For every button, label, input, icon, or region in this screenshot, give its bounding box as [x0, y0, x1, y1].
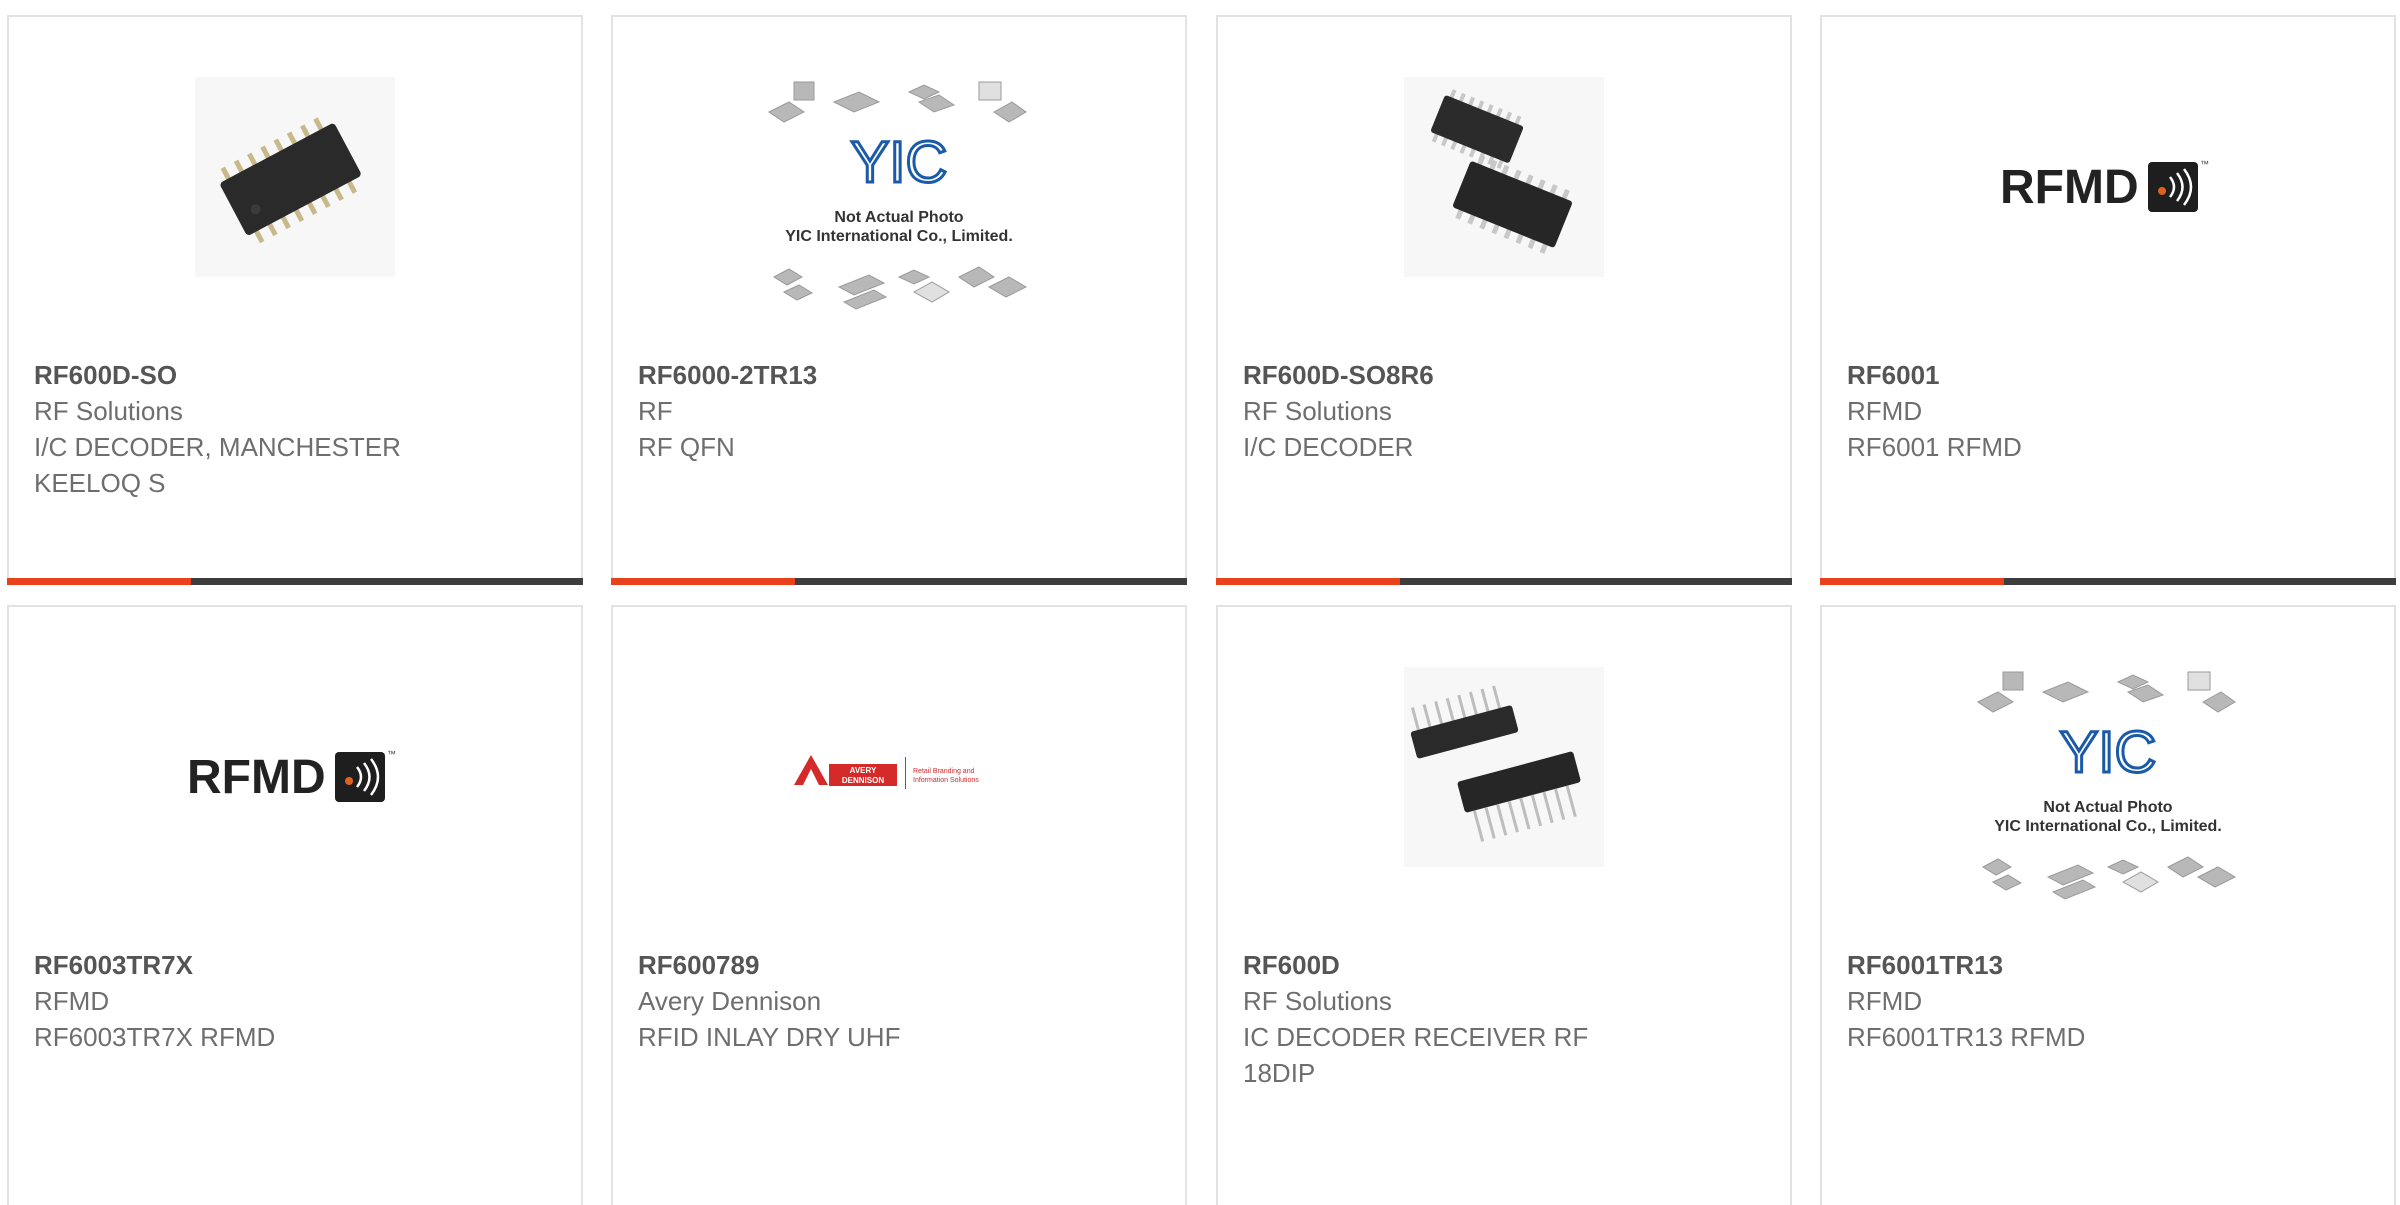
product-info: RF600D RF Solutions IC DECODER RECEIVER … — [1243, 947, 1663, 1091]
product-card[interactable]: YIC Not Actual Photo YIC International C… — [611, 15, 1187, 585]
product-info: RF600D-SO RF Solutions I/C DECODER, MANC… — [34, 357, 454, 501]
manufacturer: RFMD — [1847, 986, 1923, 1016]
placeholder-line2: YIC International Co., Limited. — [1994, 818, 2222, 835]
manufacturer: RFMD — [1847, 396, 1923, 426]
manufacturer: Avery Dennison — [638, 986, 822, 1016]
product-card[interactable]: RF600D-SO RF Solutions I/C DECODER, MANC… — [7, 15, 583, 585]
avery-logo-line1: AVERY — [850, 766, 877, 775]
description: RFID INLAY DRY UHF — [638, 1022, 901, 1052]
product-image[interactable]: YIC Not Actual Photo YIC International C… — [1822, 667, 2394, 917]
trademark-symbol: ™ — [387, 749, 396, 759]
description: I/C DECODER — [1243, 432, 1414, 462]
product-image[interactable]: YIC Not Actual Photo YIC International C… — [613, 77, 1185, 327]
rfmd-logo: RFMD ™ — [2000, 159, 2209, 214]
product-info: RF6001TR13 RFMD RF6001TR13 RFMD — [1847, 947, 2267, 1055]
manufacturer: RF Solutions — [1243, 986, 1392, 1016]
manufacturer: RF Solutions — [1243, 396, 1392, 426]
card-bottom-bar — [611, 578, 1187, 585]
card-accent-bar — [1216, 578, 1400, 585]
description: RF6001 RFMD — [1847, 432, 2022, 462]
product-info: RF600D-SO8R6 RF Solutions I/C DECODER — [1243, 357, 1663, 465]
part-number[interactable]: RF600D-SO — [34, 357, 454, 393]
yic-logo-text: YIC — [851, 130, 948, 195]
product-info: RF6000-2TR13 RF RF QFN — [638, 357, 1058, 465]
product-card[interactable]: RFMD ™ RF6003TR7X RFMD RF6003TR7X RFMD — [7, 605, 583, 1205]
rfmd-logo: RFMD ™ — [187, 749, 396, 804]
avery-dennison-logo: AVERY DENNISON Retail Branding and Infor… — [794, 755, 979, 789]
description: RF QFN — [638, 432, 735, 462]
description: I/C DECODER, MANCHESTER KEELOQ S — [34, 432, 401, 498]
part-number[interactable]: RF6000-2TR13 — [638, 357, 1058, 393]
part-number[interactable]: RF6001TR13 — [1847, 947, 2267, 983]
product-info: RF6003TR7X RFMD RF6003TR7X RFMD — [34, 947, 454, 1055]
product-image[interactable]: AVERY DENNISON Retail Branding and Infor… — [613, 667, 1185, 917]
product-card[interactable]: RF600D RF Solutions IC DECODER RECEIVER … — [1216, 605, 1792, 1205]
part-number[interactable]: RF6003TR7X — [34, 947, 454, 983]
part-number[interactable]: RF6001 — [1847, 357, 2267, 393]
product-card[interactable]: RFMD ™ RF6001 RFMD RF6001 RFMD — [1820, 15, 2396, 585]
product-image[interactable]: RFMD ™ — [9, 667, 581, 917]
card-accent-bar — [611, 578, 795, 585]
placeholder-line1: Not Actual Photo — [2043, 799, 2172, 816]
part-number[interactable]: RF600D — [1243, 947, 1663, 983]
product-grid: RF600D-SO RF Solutions I/C DECODER, MANC… — [0, 0, 2400, 1205]
avery-tagline2: Information Solutions — [913, 777, 979, 784]
description: RF6003TR7X RFMD — [34, 1022, 276, 1052]
yic-logo-text: YIC — [2060, 720, 2157, 785]
placeholder-line1: Not Actual Photo — [834, 209, 963, 226]
product-info: RF6001 RFMD RF6001 RFMD — [1847, 357, 2267, 465]
product-image[interactable] — [1218, 77, 1790, 327]
yic-placeholder-image: YIC Not Actual Photo YIC International C… — [768, 81, 1028, 310]
manufacturer: RFMD — [34, 986, 110, 1016]
part-number[interactable]: RF600D-SO8R6 — [1243, 357, 1663, 393]
card-bottom-bar — [1820, 578, 2396, 585]
dip-chip-photo — [1404, 667, 1604, 867]
manufacturer: RF — [638, 396, 673, 426]
product-image[interactable] — [1218, 667, 1790, 917]
yic-placeholder-image: YIC Not Actual Photo YIC International C… — [1977, 671, 2237, 900]
soic-pair-photo — [1404, 77, 1604, 277]
part-number[interactable]: RF600789 — [638, 947, 1058, 983]
trademark-symbol: ™ — [2200, 159, 2209, 169]
product-card[interactable]: YIC Not Actual Photo YIC International C… — [1820, 605, 2396, 1205]
card-accent-bar — [1820, 578, 2004, 585]
description: RF6001TR13 RFMD — [1847, 1022, 2086, 1052]
product-card[interactable]: AVERY DENNISON Retail Branding and Infor… — [611, 605, 1187, 1205]
product-info: RF600789 Avery Dennison RFID INLAY DRY U… — [638, 947, 1058, 1055]
card-bottom-bar — [7, 578, 583, 585]
placeholder-line2: YIC International Co., Limited. — [785, 228, 1013, 245]
description: IC DECODER RECEIVER RF 18DIP — [1243, 1022, 1589, 1088]
card-accent-bar — [7, 578, 191, 585]
card-bottom-bar — [1216, 578, 1792, 585]
manufacturer: RF Solutions — [34, 396, 183, 426]
avery-tagline1: Retail Branding and — [913, 768, 975, 775]
product-card[interactable]: RF600D-SO8R6 RF Solutions I/C DECODER — [1216, 15, 1792, 585]
soic-chip-photo — [195, 77, 395, 277]
rfmd-logo-text: RFMD — [2000, 161, 2139, 214]
product-image[interactable] — [9, 77, 581, 327]
product-image[interactable]: RFMD ™ — [1822, 77, 2394, 327]
avery-logo-line2: DENNISON — [842, 776, 884, 785]
rfmd-logo-text: RFMD — [187, 751, 326, 804]
